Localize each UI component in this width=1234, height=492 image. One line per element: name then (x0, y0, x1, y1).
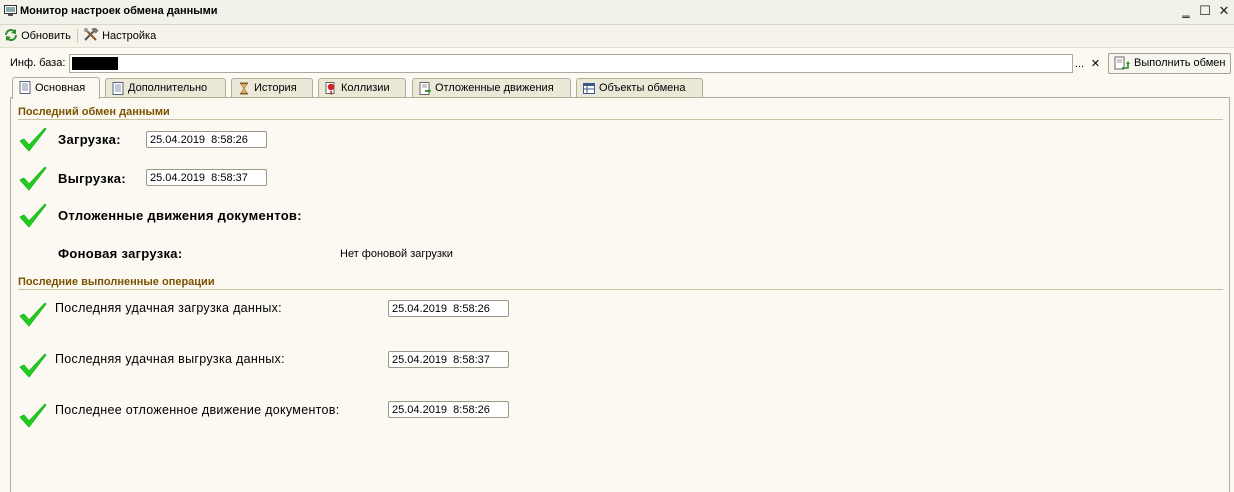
hourglass-icon (240, 82, 248, 95)
refresh-icon (5, 29, 17, 41)
last-successful-load-label: Последняя удачная загрузка данных: (55, 301, 282, 315)
tab-main[interactable]: Основная (12, 77, 100, 99)
tab-additional[interactable]: Дополнительно (105, 78, 226, 98)
checkmark-icon (19, 127, 47, 152)
document-icon (112, 82, 124, 95)
checkmark-icon (19, 403, 47, 428)
infobase-clear-button[interactable]: ✕ (1087, 55, 1104, 73)
title-bar: Монитор настроек обмена данными ‗ ☐ ✕ (0, 0, 1234, 25)
exchange-icon (1114, 56, 1130, 70)
refresh-button[interactable]: Обновить (4, 28, 71, 44)
infobase-select-button[interactable]: ... (1071, 55, 1088, 73)
minimize-button[interactable]: ‗ (1178, 3, 1194, 19)
tools-icon (84, 26, 99, 41)
section-divider (18, 289, 1223, 290)
checkmark-icon (19, 203, 47, 228)
window-monitor-icon (4, 5, 17, 16)
last-successful-load-field[interactable]: 25.04.2019 8:58:26 (388, 300, 509, 317)
section-last-exchange-title: Последний обмен данными (18, 106, 170, 118)
last-successful-unload-field[interactable]: 25.04.2019 8:58:37 (388, 351, 509, 368)
toolbar: Обновить Настройка (0, 25, 1234, 48)
tab-additional-label: Дополнительно (128, 82, 208, 94)
tab-history[interactable]: История (231, 78, 313, 98)
execute-exchange-button[interactable]: Выполнить обмен (1108, 53, 1231, 74)
infobase-value-redacted (72, 57, 118, 70)
tab-deferred-movements-label: Отложенные движения (435, 82, 554, 94)
checkmark-icon (19, 353, 47, 378)
execute-exchange-label: Выполнить обмен (1134, 57, 1226, 69)
objects-icon (583, 83, 595, 94)
section-divider (18, 119, 1223, 120)
background-load-label: Фоновая загрузка: (58, 246, 183, 261)
toolbar-separator (77, 29, 78, 43)
tab-history-label: История (254, 82, 297, 94)
document-icon (19, 81, 31, 94)
tab-main-label: Основная (35, 82, 86, 94)
tab-deferred-movements[interactable]: Отложенные движения (412, 78, 571, 98)
deferred-icon (419, 82, 431, 95)
deferred-documents-label: Отложенные движения документов: (58, 208, 302, 223)
unload-label: Выгрузка: (58, 171, 126, 186)
tab-exchange-objects[interactable]: Объекты обмена (576, 78, 703, 98)
window-title: Монитор настроек обмена данными (20, 5, 218, 17)
load-date-field[interactable]: 25.04.2019 8:58:26 (146, 131, 267, 148)
collision-icon (325, 82, 335, 95)
load-label: Загрузка: (58, 132, 121, 147)
infobase-label: Инф. база: (10, 57, 66, 69)
settings-label: Настройка (102, 30, 157, 42)
checkmark-icon (19, 166, 47, 191)
close-button[interactable]: ✕ (1216, 3, 1232, 19)
maximize-button[interactable]: ☐ (1197, 3, 1213, 19)
main-tab-panel (10, 97, 1230, 492)
section-last-operations-title: Последние выполненные операции (18, 276, 215, 288)
tab-exchange-objects-label: Объекты обмена (599, 82, 686, 94)
tab-collisions-label: Коллизии (341, 82, 390, 94)
refresh-label: Обновить (21, 30, 71, 42)
last-deferred-movement-field[interactable]: 25.04.2019 8:58:26 (388, 401, 509, 418)
last-deferred-movement-label: Последнее отложенное движение документов… (55, 403, 340, 417)
settings-button[interactable]: Настройка (83, 26, 157, 44)
tab-collisions[interactable]: Коллизии (318, 78, 406, 98)
last-successful-unload-label: Последняя удачная выгрузка данных: (55, 352, 285, 366)
background-load-value: Нет фоновой загрузки (340, 248, 453, 260)
checkmark-icon (19, 302, 47, 327)
unload-date-field[interactable]: 25.04.2019 8:58:37 (146, 169, 267, 186)
infobase-input[interactable] (69, 54, 1073, 73)
